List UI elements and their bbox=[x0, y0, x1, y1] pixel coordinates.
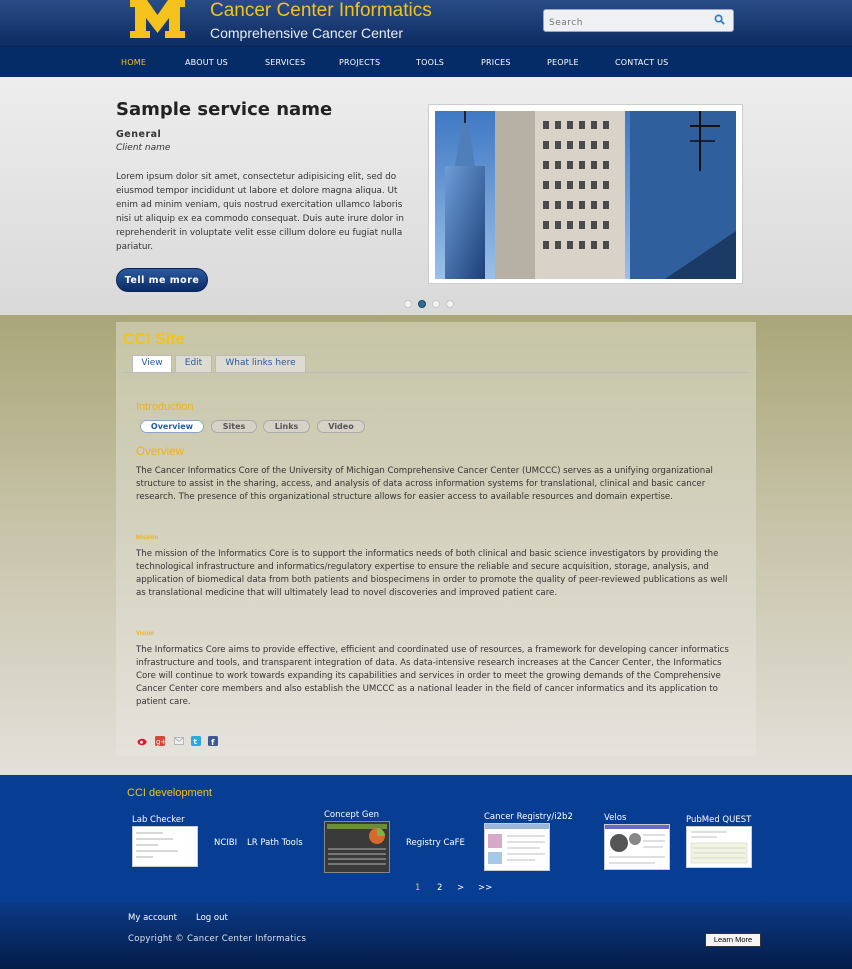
search-box bbox=[543, 9, 734, 34]
tab-edit[interactable]: Edit bbox=[175, 355, 212, 372]
nav-people[interactable]: PEOPLE bbox=[547, 58, 579, 67]
dev-item-pubmed-quest[interactable]: PubMed QUEST bbox=[686, 815, 751, 825]
slider-dot-4[interactable] bbox=[446, 300, 454, 308]
overview-heading: Overview bbox=[136, 446, 184, 458]
slider-dot-3[interactable] bbox=[432, 300, 440, 308]
dev-item-cancer-registry-i2b2[interactable]: Cancer Registry/i2b2 bbox=[484, 812, 573, 822]
pager-last[interactable]: >> bbox=[478, 883, 492, 893]
pager-page-2[interactable]: 2 bbox=[437, 883, 442, 893]
nav-services[interactable]: SERVICES bbox=[265, 58, 305, 67]
nav-projects[interactable]: PROJECTS bbox=[339, 58, 380, 67]
dev-item-concept-gen[interactable]: Concept Gen bbox=[324, 810, 379, 820]
site-header: Cancer Center Informatics Comprehensive … bbox=[0, 0, 852, 47]
vision-heading: Vision bbox=[136, 631, 154, 637]
university-logo[interactable] bbox=[129, 0, 186, 38]
mission-heading: Mission bbox=[136, 535, 159, 541]
svg-text:g+: g+ bbox=[156, 738, 165, 746]
slide-category: General bbox=[116, 129, 162, 140]
page-title: CCI Site bbox=[123, 331, 185, 348]
svg-text:f: f bbox=[211, 738, 215, 746]
nav-prices[interactable]: PRICES bbox=[481, 58, 511, 67]
vision-text: The Informatics Core aims to provide eff… bbox=[136, 645, 729, 707]
copyright: Copyright © Cancer Center Informatics bbox=[128, 934, 307, 944]
slide-client: Client name bbox=[116, 143, 171, 153]
log-out-link[interactable]: Log out bbox=[196, 913, 228, 923]
facebook-icon[interactable]: f bbox=[208, 736, 218, 746]
slide-title: Sample service name bbox=[116, 99, 333, 120]
search-icon[interactable] bbox=[714, 14, 725, 25]
learn-more-button[interactable]: Learn More bbox=[705, 933, 761, 947]
cancer-registry-thumbnail[interactable] bbox=[484, 823, 550, 871]
concept-gen-thumbnail[interactable] bbox=[324, 821, 390, 873]
dev-item-velos[interactable]: Velos bbox=[604, 813, 626, 823]
pubmed-quest-thumbnail[interactable] bbox=[686, 826, 752, 868]
pager-page-1[interactable]: 1 bbox=[415, 883, 420, 893]
overview-text: The Cancer Informatics Core of the Unive… bbox=[136, 466, 713, 502]
tab-divider bbox=[123, 372, 749, 373]
google-plus-icon[interactable]: g+ bbox=[155, 736, 165, 746]
nav-about-us[interactable]: ABOUT US bbox=[185, 58, 228, 67]
nav-tools[interactable]: TOOLS bbox=[416, 58, 444, 67]
site-name[interactable]: Cancer Center Informatics bbox=[210, 0, 432, 22]
slider-dot-2[interactable] bbox=[418, 300, 426, 308]
twitter-icon[interactable]: t bbox=[191, 736, 201, 746]
pill-links[interactable]: Links bbox=[263, 420, 310, 433]
mission-text: The mission of the Informatics Core is t… bbox=[136, 549, 728, 598]
nav-contact-us[interactable]: CONTACT US bbox=[615, 58, 668, 67]
my-account-link[interactable]: My account bbox=[128, 913, 177, 923]
dev-item-lab-checker[interactable]: Lab Checker bbox=[132, 815, 185, 825]
dev-title: CCI development bbox=[127, 787, 212, 799]
velos-thumbnail[interactable] bbox=[604, 824, 670, 870]
tell-me-more-button[interactable]: Tell me more bbox=[116, 268, 208, 292]
pill-sites[interactable]: Sites bbox=[211, 420, 257, 433]
dev-item-ncibi[interactable]: NCIBI bbox=[214, 838, 237, 848]
main-nav: HOME ABOUT US SERVICES PROJECTS TOOLS PR… bbox=[0, 47, 852, 77]
nav-home[interactable]: HOME bbox=[121, 58, 146, 67]
tab-what-links-here[interactable]: What links here bbox=[215, 355, 306, 372]
slider-dot-1[interactable] bbox=[404, 300, 412, 308]
pager-next[interactable]: > bbox=[457, 883, 464, 893]
site-slogan: Comprehensive Cancer Center bbox=[210, 25, 403, 41]
email-icon[interactable] bbox=[174, 736, 184, 746]
slide-description: Lorem ipsum dolor sit amet, consectetur … bbox=[116, 172, 404, 252]
dev-item-registry-cafe[interactable]: Registry CaFE bbox=[406, 838, 465, 848]
slide-image bbox=[428, 104, 743, 284]
search-input[interactable] bbox=[544, 12, 704, 34]
dev-item-lr-path-tools[interactable]: LR Path Tools bbox=[247, 838, 303, 848]
pill-video[interactable]: Video bbox=[317, 420, 365, 433]
lab-checker-thumbnail[interactable] bbox=[132, 826, 198, 867]
tab-view[interactable]: View bbox=[132, 355, 172, 372]
weibo-icon[interactable] bbox=[137, 736, 147, 746]
intro-heading: Introduction bbox=[136, 401, 194, 413]
pill-overview[interactable]: Overview bbox=[140, 420, 204, 433]
